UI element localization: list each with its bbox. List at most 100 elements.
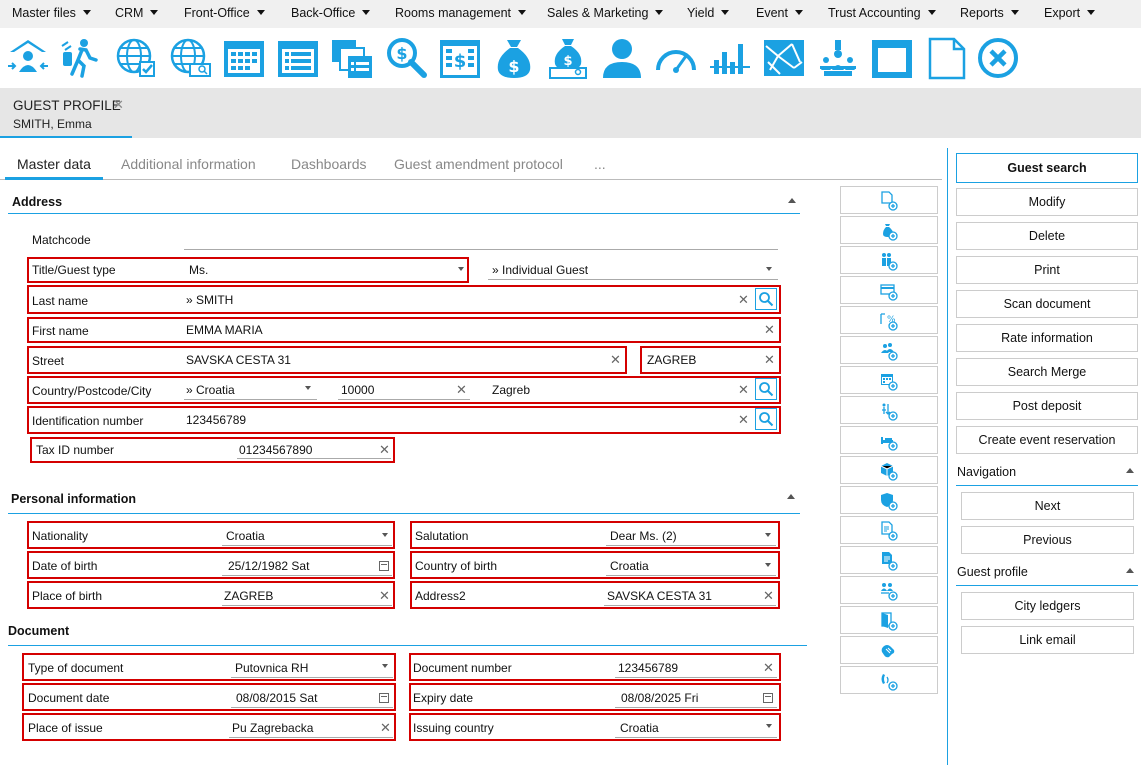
people-transfer-add-icon[interactable] <box>840 576 938 604</box>
scan-document-button[interactable]: Scan document <box>956 290 1138 318</box>
delete-button[interactable]: Delete <box>956 222 1138 250</box>
country-of-birth-select[interactable]: Croatia <box>610 559 649 573</box>
calendar-grid-icon[interactable] <box>222 36 266 80</box>
chevron-down-icon[interactable] <box>765 533 771 537</box>
invoice-add-icon[interactable] <box>840 546 938 574</box>
collapse-icon[interactable] <box>1126 468 1134 473</box>
guest-profile-tab[interactable]: GUEST PROFILE ✕ SMITH, Emma <box>0 88 132 138</box>
bed-add-icon[interactable] <box>840 426 938 454</box>
bar-chart-icon[interactable] <box>708 36 752 80</box>
chevron-down-icon[interactable] <box>382 533 388 537</box>
matchcode-input[interactable] <box>184 249 778 250</box>
post-deposit-button[interactable]: Post deposit <box>956 392 1138 420</box>
issuing-country-select[interactable]: Croatia <box>620 721 659 735</box>
tab-additional-information[interactable]: Additional information <box>121 156 256 172</box>
people-add-icon[interactable] <box>840 246 938 274</box>
create-event-reservation-button[interactable]: Create event reservation <box>956 426 1138 454</box>
calendar-percent-add-icon[interactable]: % <box>840 306 938 334</box>
place-of-birth-input[interactable]: ZAGREB <box>224 589 273 603</box>
menu-back-office[interactable]: Back-Office <box>291 6 371 20</box>
money-bag-add-icon[interactable] <box>840 216 938 244</box>
invoice-icon[interactable]: $ <box>438 36 482 80</box>
expiry-date-input[interactable]: 08/08/2025 Fri <box>621 691 698 705</box>
menu-yield[interactable]: Yield <box>687 6 730 20</box>
next-button[interactable]: Next <box>961 492 1134 520</box>
clear-icon[interactable]: ✕ <box>379 443 390 456</box>
clear-icon[interactable]: ✕ <box>764 323 775 336</box>
chevron-down-icon[interactable] <box>766 267 772 271</box>
map-icon[interactable] <box>762 36 806 80</box>
close-icon[interactable]: ✕ <box>113 97 124 113</box>
clear-icon[interactable]: ✕ <box>456 383 467 396</box>
card-add-icon[interactable] <box>840 276 938 304</box>
tab-guest-amendment-protocol[interactable]: Guest amendment protocol <box>394 156 563 172</box>
clear-icon[interactable]: ✕ <box>764 353 775 366</box>
globe-search-icon[interactable] <box>168 36 212 80</box>
search-merge-button[interactable]: Search Merge <box>956 358 1138 386</box>
floor-plan-icon[interactable] <box>870 36 914 80</box>
menu-crm[interactable]: CRM <box>115 6 159 20</box>
globe-check-icon[interactable] <box>114 36 158 80</box>
first-name-input[interactable]: EMMA MARIA <box>186 323 263 337</box>
salutation-select[interactable]: Dear Ms. (2) <box>610 529 677 543</box>
street-extra-input[interactable]: ZAGREB <box>647 353 696 367</box>
menu-export[interactable]: Export <box>1044 6 1096 20</box>
street-input[interactable]: SAVSKA CESTA 31 <box>186 353 291 367</box>
nationality-select[interactable]: Croatia <box>226 529 265 543</box>
blank-page-icon[interactable] <box>924 36 968 80</box>
handshake-icon[interactable] <box>840 636 938 664</box>
city-ledgers-button[interactable]: City ledgers <box>961 592 1134 620</box>
money-bag-icon[interactable]: $ <box>492 36 536 80</box>
document-number-input[interactable]: 123456789 <box>618 661 678 675</box>
calendar-icon[interactable] <box>379 561 389 571</box>
menu-rooms-management[interactable]: Rooms management <box>395 6 527 20</box>
shield-add-icon[interactable] <box>840 486 938 514</box>
clear-icon[interactable]: ✕ <box>738 293 749 306</box>
guest-checkin-icon[interactable] <box>6 36 50 80</box>
menu-trust-accounting[interactable]: Trust Accounting <box>828 6 936 20</box>
tab-master-data[interactable]: Master data <box>17 156 91 172</box>
rate-information-button[interactable]: Rate information <box>956 324 1138 352</box>
last-name-input[interactable]: » SMITH <box>186 293 233 307</box>
identification-number-input[interactable]: 123456789 <box>186 413 246 427</box>
menu-reports[interactable]: Reports <box>960 6 1019 20</box>
place-of-issue-input[interactable]: Pu Zagrebacka <box>232 721 313 735</box>
search-icon[interactable] <box>755 408 777 430</box>
previous-button[interactable]: Previous <box>961 526 1134 554</box>
link-email-button[interactable]: Link email <box>961 626 1134 654</box>
menu-sales-marketing[interactable]: Sales & Marketing <box>547 6 664 20</box>
user-icon[interactable] <box>600 36 644 80</box>
menu-front-office[interactable]: Front-Office <box>184 6 265 20</box>
calendar-add-icon[interactable] <box>840 366 938 394</box>
postcode-input[interactable]: 10000 <box>341 383 374 397</box>
chevron-down-icon[interactable] <box>766 724 772 728</box>
door-add-icon[interactable] <box>840 606 938 634</box>
chevron-down-icon[interactable] <box>458 267 464 271</box>
clear-icon[interactable]: ✕ <box>738 413 749 426</box>
document-list-add-icon[interactable] <box>840 516 938 544</box>
search-money-icon[interactable]: $ <box>384 36 428 80</box>
collapse-icon[interactable] <box>1126 568 1134 573</box>
tab-more[interactable]: ... <box>594 156 606 172</box>
type-of-document-select[interactable]: Putovnica RH <box>235 661 308 675</box>
calendar-icon[interactable] <box>379 693 389 703</box>
collapse-icon[interactable] <box>788 198 796 203</box>
package-add-icon[interactable] <box>840 456 938 484</box>
menu-event[interactable]: Event <box>756 6 803 20</box>
money-bag-search-icon[interactable]: $ <box>546 36 590 80</box>
calendar-icon[interactable] <box>763 693 773 703</box>
country-select[interactable]: » Croatia <box>186 383 235 397</box>
collapse-icon[interactable] <box>787 494 795 499</box>
guest-search-button[interactable]: Guest search <box>956 153 1138 183</box>
departure-icon[interactable] <box>60 36 104 80</box>
guest-type-select[interactable]: » Individual Guest <box>492 263 588 277</box>
title-select[interactable]: Ms. <box>189 263 208 277</box>
group-add-icon[interactable] <box>840 336 938 364</box>
clear-icon[interactable]: ✕ <box>738 383 749 396</box>
modify-button[interactable]: Modify <box>956 188 1138 216</box>
clear-icon[interactable]: ✕ <box>380 721 391 734</box>
tax-id-input[interactable]: 01234567890 <box>239 443 312 457</box>
print-button[interactable]: Print <box>956 256 1138 284</box>
menu-master-files[interactable]: Master files <box>12 6 91 20</box>
clear-icon[interactable]: ✕ <box>610 353 621 366</box>
